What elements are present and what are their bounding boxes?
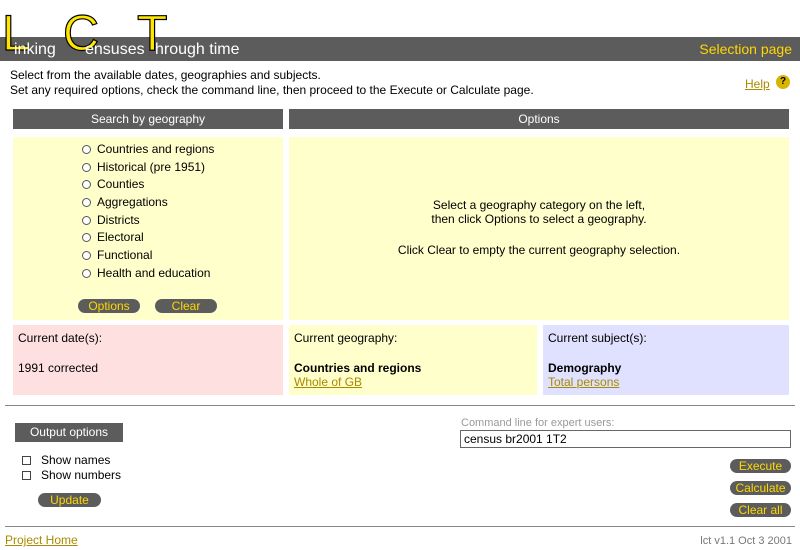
intro-line-2: Set any required options, check the comm…	[10, 83, 534, 97]
intro-line-1: Select from the available dates, geograp…	[10, 68, 321, 82]
logo-word-linking: inking	[14, 41, 56, 58]
current-subject-box: Current subject(s): Demography Total per…	[543, 325, 789, 395]
radio-electoral[interactable]: Electoral	[82, 230, 144, 244]
geography-link-whole-of-gb[interactable]: Whole of GB	[294, 375, 362, 389]
radio-counties[interactable]: Counties	[82, 177, 144, 191]
clear-button[interactable]: Clear	[155, 299, 217, 313]
radio-icon[interactable]	[82, 197, 91, 207]
current-geography-label: Current geography:	[294, 331, 398, 345]
options-panel	[289, 137, 789, 320]
divider	[5, 405, 795, 406]
version-text: lct v1.1 Oct 3 2001	[700, 535, 792, 547]
current-dates-label: Current date(s):	[18, 331, 103, 345]
current-geography-value: Countries and regions	[294, 361, 422, 375]
radio-icon[interactable]	[82, 179, 91, 189]
current-subject-value: Demography	[548, 361, 622, 375]
radio-districts[interactable]: Districts	[82, 213, 140, 227]
options-instruction-3: Click Clear to empty the current geograp…	[397, 243, 681, 257]
show-names-option[interactable]: Show names	[22, 453, 110, 467]
current-geography-box: Current geography: Countries and regions…	[289, 325, 537, 395]
show-numbers-option[interactable]: Show numbers	[22, 468, 121, 482]
radio-icon[interactable]	[82, 215, 91, 225]
geography-panel-header: Search by geography	[13, 109, 283, 129]
radio-aggregations[interactable]: Aggregations	[82, 195, 168, 209]
footer-divider	[5, 526, 795, 527]
radio-icon[interactable]	[82, 144, 91, 154]
project-home-link[interactable]: Project Home	[5, 533, 78, 547]
update-button[interactable]: Update	[38, 493, 101, 507]
logo-word-through-time: hrough time	[155, 41, 240, 58]
output-options-button[interactable]: Output options	[15, 423, 123, 442]
current-dates-value: 1991 corrected	[18, 361, 99, 375]
help-icon[interactable]: ?	[776, 75, 790, 89]
radio-icon[interactable]	[82, 250, 91, 260]
options-instruction-2: then click Options to select a geography…	[431, 212, 647, 226]
help-link[interactable]: Help	[745, 77, 770, 91]
execute-button[interactable]: Execute	[730, 459, 791, 473]
radio-icon[interactable]	[82, 232, 91, 242]
checkbox-icon[interactable]	[22, 470, 31, 480]
command-line-input[interactable]	[460, 430, 791, 448]
checkbox-icon[interactable]	[22, 455, 31, 465]
options-panel-header: Options	[289, 109, 789, 129]
options-button[interactable]: Options	[78, 299, 140, 313]
subject-link-total-persons[interactable]: Total persons	[548, 375, 619, 389]
radio-historical[interactable]: Historical (pre 1951)	[82, 160, 205, 174]
radio-functional[interactable]: Functional	[82, 248, 152, 262]
current-dates-box: Current date(s): 1991 corrected	[13, 325, 283, 395]
command-line-label: Command line for expert users:	[461, 417, 615, 429]
options-instruction-1: Select a geography category on the left,	[432, 198, 646, 212]
clear-all-button[interactable]: Clear all	[730, 503, 791, 517]
radio-health-and-education[interactable]: Health and education	[82, 266, 210, 280]
logo-word-censuses: ensuses	[85, 41, 145, 58]
radio-icon[interactable]	[82, 268, 91, 278]
current-subject-label: Current subject(s):	[548, 331, 647, 345]
radio-countries-and-regions[interactable]: Countries and regions	[82, 142, 214, 156]
calculate-button[interactable]: Calculate	[730, 481, 791, 495]
radio-icon[interactable]	[82, 162, 91, 172]
page-title: Selection page	[699, 41, 792, 57]
